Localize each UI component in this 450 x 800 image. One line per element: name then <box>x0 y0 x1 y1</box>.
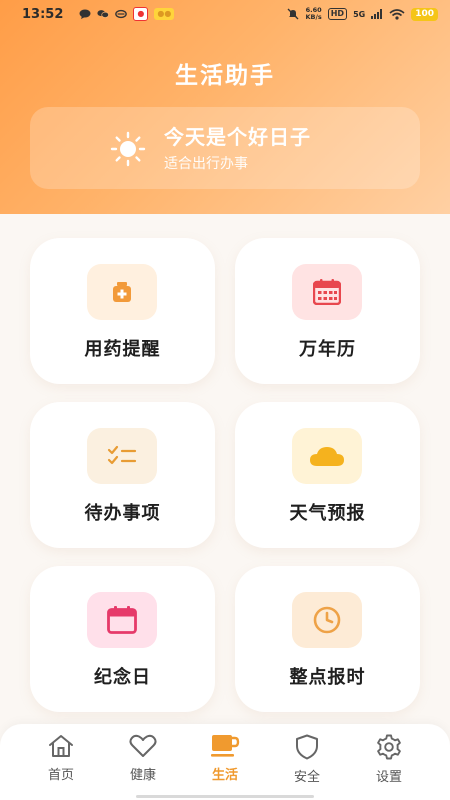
clock-icon <box>313 606 341 634</box>
card-weather-forecast[interactable]: 天气预报 <box>235 402 420 548</box>
shield-icon <box>296 734 318 760</box>
card-icon-box <box>292 592 362 648</box>
wifi-icon <box>389 8 405 20</box>
medicine-box-icon <box>113 282 131 302</box>
tab-settings[interactable]: 设置 <box>359 734 419 790</box>
status-bar: 13:52 ● ●● 6.60 KB/s HD 5G 100 <box>0 0 450 28</box>
card-anniversary[interactable]: 纪念日 <box>30 566 215 712</box>
anniversary-calendar-icon <box>107 606 137 634</box>
status-time: 13:52 <box>22 6 64 22</box>
card-icon-box <box>292 428 362 484</box>
wechat-icon <box>97 10 110 18</box>
home-icon <box>49 735 73 757</box>
tab-label: 生活 <box>211 768 238 783</box>
bottom-tab-bar: 首页 健康 生活 安全 设置 <box>0 724 450 800</box>
tab-label: 设置 <box>375 770 402 785</box>
network-speed: 6.60 KB/s <box>305 7 321 21</box>
banner-title: 今天是个好日子 <box>164 125 311 149</box>
heart-icon <box>129 734 157 757</box>
card-perpetual-calendar[interactable]: 万年历 <box>235 238 420 384</box>
calendar-icon <box>313 279 341 305</box>
card-label: 万年历 <box>299 339 356 360</box>
tab-label: 安全 <box>293 770 320 785</box>
home-indicator[interactable] <box>136 795 314 798</box>
network-speed-unit: KB/s <box>305 13 322 21</box>
message-icon <box>79 9 91 19</box>
tab-health[interactable]: 健康 <box>113 734 173 790</box>
card-icon-box <box>87 264 157 320</box>
cloud-icon <box>310 447 344 466</box>
hd-badge: HD <box>327 8 348 20</box>
tab-label: 健康 <box>129 768 156 783</box>
tab-home[interactable]: 首页 <box>31 734 91 790</box>
gear-icon <box>377 734 401 760</box>
card-medicine-reminder[interactable]: 用药提醒 <box>30 238 215 384</box>
tab-label: 首页 <box>47 768 74 783</box>
card-icon-box <box>292 264 362 320</box>
card-label: 纪念日 <box>94 667 151 688</box>
sun-icon <box>110 131 146 167</box>
signal-bars-icon <box>371 9 383 19</box>
greeting-banner: 今天是个好日子 适合出行办事 <box>30 107 420 189</box>
signal-label: 5G <box>353 9 366 19</box>
tab-life[interactable]: 生活 <box>195 734 255 790</box>
card-label: 天气预报 <box>289 503 366 524</box>
tab-security[interactable]: 安全 <box>277 734 337 790</box>
app-badge-icon: ● <box>133 7 149 21</box>
page-title: 生活助手 <box>175 63 275 89</box>
card-icon-box <box>87 428 157 484</box>
battery-indicator: 100 <box>411 7 438 21</box>
card-label: 待办事项 <box>84 503 161 524</box>
card-label: 整点报时 <box>289 667 366 688</box>
card-todo-list[interactable]: 待办事项 <box>30 402 215 548</box>
card-hourly-chime[interactable]: 整点报时 <box>235 566 420 712</box>
mute-icon <box>288 8 299 20</box>
app-icon <box>115 9 128 19</box>
todo-list-icon <box>107 445 137 465</box>
coffee-cup-icon <box>211 735 240 757</box>
banner-subtitle: 适合出行办事 <box>164 156 248 172</box>
notification-badge-icon: ●● <box>154 8 175 20</box>
card-label: 用药提醒 <box>84 339 161 360</box>
card-icon-box <box>87 592 157 648</box>
